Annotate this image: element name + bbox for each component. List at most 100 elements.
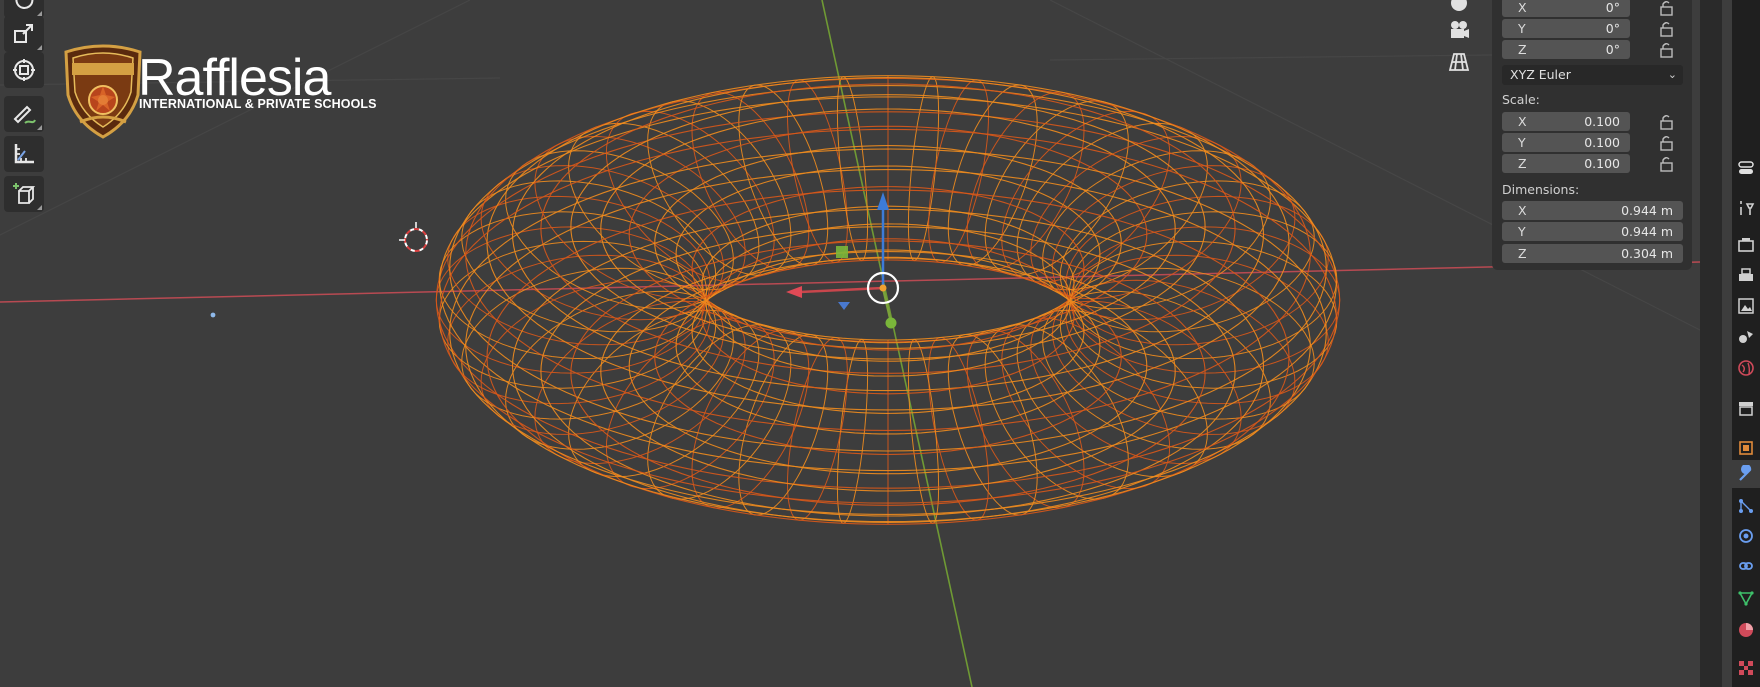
annotate-tool[interactable] (4, 96, 44, 132)
tab-tool-settings[interactable] (1732, 194, 1760, 222)
scale-z-axis-label: Z (1518, 156, 1527, 171)
grid-icon (1448, 53, 1470, 71)
tab-texture[interactable] (1732, 654, 1760, 682)
dimension-y-value: 0.944 m (1621, 224, 1673, 239)
tab-physics[interactable] (1732, 522, 1760, 550)
scale-x-field[interactable]: X 0.100 (1502, 112, 1630, 131)
tab-object[interactable] (1732, 434, 1760, 462)
tab-output[interactable] (1732, 262, 1760, 290)
rotate-icon (15, 0, 34, 9)
scale-x-axis-label: X (1518, 114, 1527, 129)
lock-icon[interactable] (1658, 0, 1676, 17)
rafflesia-logo: Rafflesia INTERNATIONAL & PRIVATE SCHOOL… (58, 40, 398, 140)
sidebar-divider[interactable] (1700, 0, 1722, 687)
add-cube-icon (13, 183, 36, 204)
tab-collection[interactable] (1732, 394, 1760, 422)
physics-icon (1739, 529, 1753, 543)
rotation-z-field[interactable]: Z 0° (1502, 40, 1630, 59)
scale-z-field[interactable]: Z 0.100 (1502, 154, 1630, 173)
scene-icon (1739, 331, 1753, 343)
torus-edge (438, 240, 708, 389)
lock-icon[interactable] (1658, 113, 1676, 131)
torus-edge (966, 91, 1085, 271)
tab-data[interactable] (1732, 584, 1760, 612)
object-icon (1739, 441, 1753, 455)
dimension-y-field[interactable]: Y 0.944 m (1502, 222, 1683, 241)
world-icon (1738, 360, 1754, 376)
measure-tool[interactable] (4, 136, 44, 172)
rotation-x-axis-label: X (1518, 0, 1527, 15)
logo-tagline: INTERNATIONAL & PRIVATE SCHOOLS (139, 97, 377, 111)
constraints-icon (1739, 562, 1753, 570)
lock-icon[interactable] (1658, 134, 1676, 152)
tab-constraints[interactable] (1732, 552, 1760, 580)
torus-edge (1068, 240, 1338, 389)
torus-edge (984, 324, 1129, 500)
chevron-down-icon: ⌄ (1667, 68, 1677, 81)
add-cube-tool[interactable] (4, 176, 44, 212)
toggle-icon (1738, 161, 1754, 174)
dimensions-label: Dimensions: (1502, 182, 1580, 197)
wrench-screwdriver-icon (1740, 201, 1755, 215)
tab-material[interactable] (1732, 616, 1760, 644)
tab-tool[interactable] (1732, 154, 1760, 182)
dimension-z-axis-label: Z (1518, 246, 1527, 261)
torus-edge (435, 226, 706, 374)
lock-icon[interactable] (1658, 155, 1676, 173)
torus-edge (691, 91, 810, 271)
lock-icon[interactable] (1658, 20, 1676, 38)
torus-edge (1070, 226, 1341, 374)
tab-modifier[interactable] (1732, 460, 1760, 488)
torus-edge (966, 329, 1085, 509)
camera-view-button[interactable] (1442, 14, 1476, 44)
dimension-x-axis-label: X (1518, 203, 1527, 218)
texture-icon (1739, 661, 1753, 675)
tab-world[interactable] (1732, 354, 1760, 382)
rotation-y-value: 0° (1605, 21, 1620, 36)
tab-scene[interactable] (1732, 322, 1760, 350)
scale-tool[interactable] (4, 16, 44, 52)
camera-icon (1451, 21, 1469, 38)
wrench-icon (1739, 465, 1752, 481)
rotation-y-field[interactable]: Y 0° (1502, 19, 1630, 38)
tab-render[interactable] (1732, 230, 1760, 258)
tab-particles[interactable] (1732, 492, 1760, 520)
rotation-x-field[interactable]: X 0° (1502, 0, 1630, 17)
crest-icon (64, 44, 142, 139)
dimension-x-value: 0.944 m (1621, 203, 1673, 218)
dimension-y-axis-label: Y (1518, 224, 1526, 239)
scale-icon (14, 24, 33, 43)
torus-edge (691, 329, 810, 509)
x-axis-line (0, 261, 1701, 303)
printer-icon (1739, 268, 1753, 281)
collection-icon (1739, 402, 1753, 416)
transform-sidebar: X 0° Y 0° Z 0° XYZ Euler ⌄ Scale: X 0.10… (1492, 0, 1692, 270)
scale-label: Scale: (1502, 92, 1540, 107)
zoom-icon (1451, 0, 1467, 11)
torus-edge (984, 100, 1129, 276)
3d-cursor[interactable] (399, 222, 428, 252)
scale-y-axis-label: Y (1518, 135, 1526, 150)
annotate-icon (13, 105, 36, 124)
perspective-toggle-button[interactable] (1442, 47, 1476, 77)
tab-view-layer[interactable] (1732, 292, 1760, 320)
lock-icon[interactable] (1658, 41, 1676, 59)
dimension-z-field[interactable]: Z 0.304 m (1502, 244, 1683, 263)
torus-edge (438, 211, 708, 360)
rotation-x-value: 0° (1605, 0, 1620, 15)
scale-y-field[interactable]: Y 0.100 (1502, 133, 1630, 152)
scale-y-value: 0.100 (1584, 135, 1620, 150)
torus-edge (647, 324, 792, 500)
rotation-y-axis-label: Y (1518, 21, 1526, 36)
material-icon (1739, 623, 1753, 637)
rotation-mode-value: XYZ Euler (1510, 67, 1571, 82)
dimension-x-field[interactable]: X 0.944 m (1502, 201, 1683, 220)
rotation-z-value: 0° (1605, 42, 1620, 57)
rotation-mode-dropdown[interactable]: XYZ Euler ⌄ (1502, 65, 1683, 85)
light-point[interactable] (210, 312, 216, 318)
scale-z-value: 0.100 (1584, 156, 1620, 171)
torus-edge (647, 100, 792, 276)
torus-edge (1068, 211, 1338, 360)
transform-icon (13, 59, 35, 81)
transform-tool[interactable] (4, 52, 44, 88)
